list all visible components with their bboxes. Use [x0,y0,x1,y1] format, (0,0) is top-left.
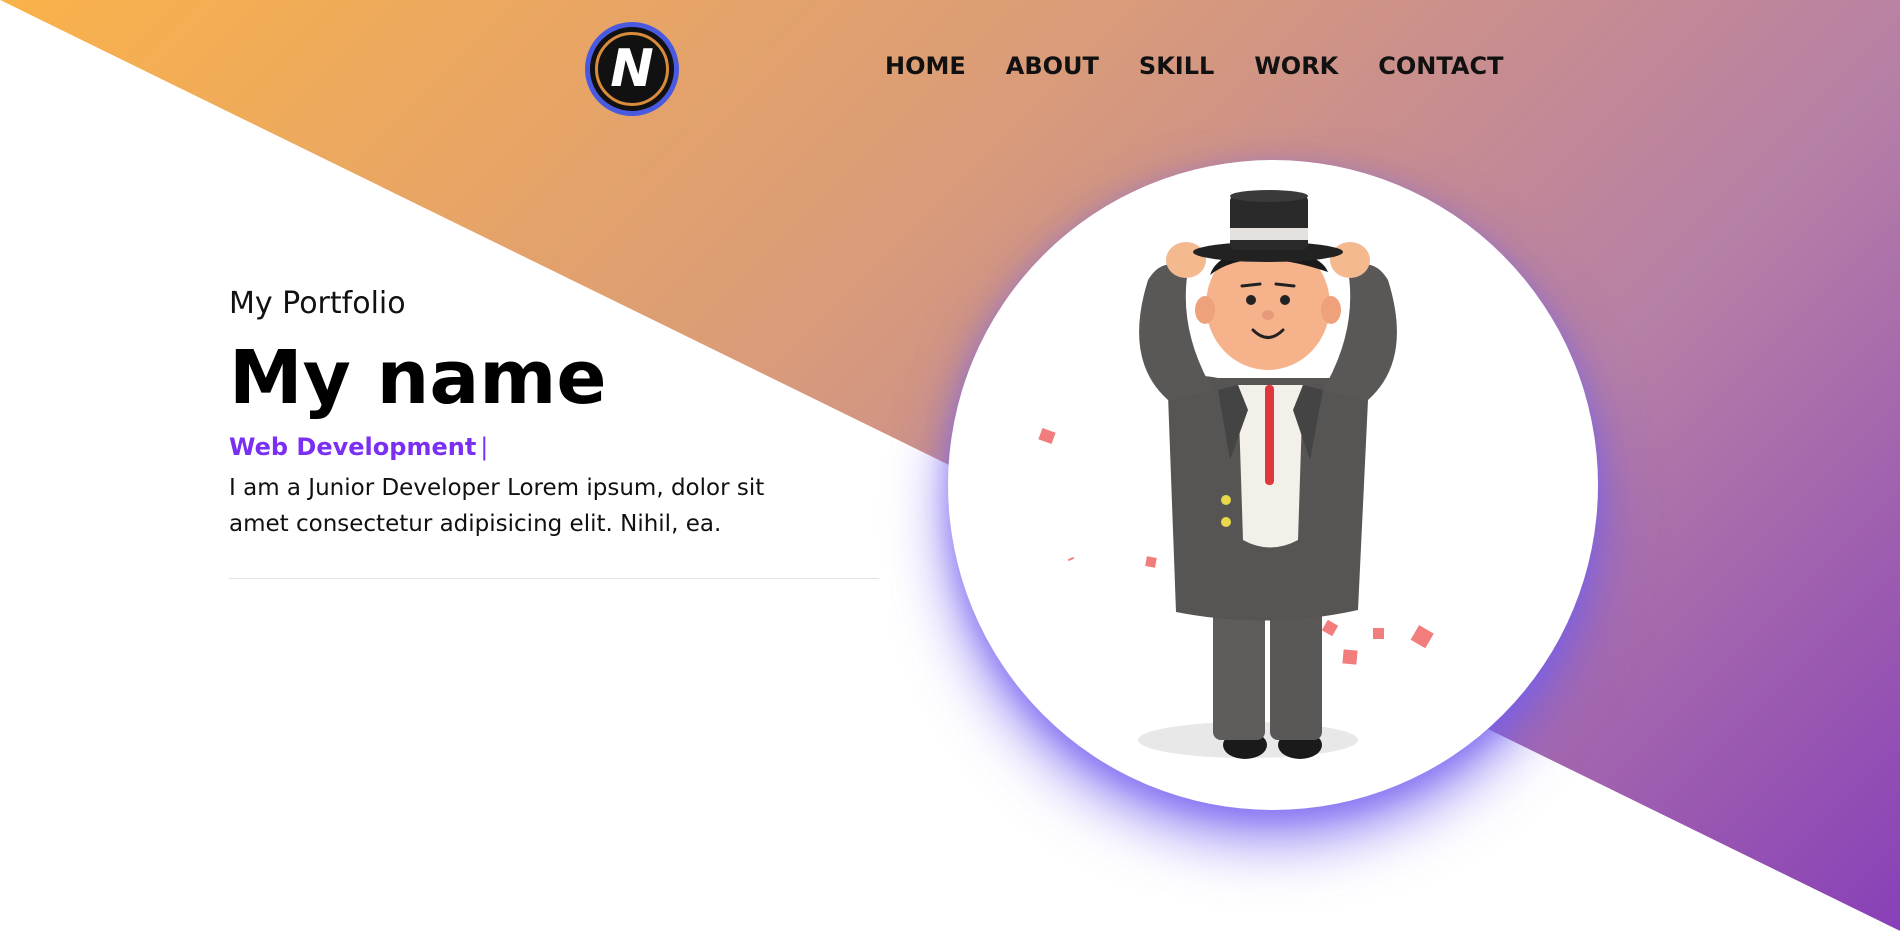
nav-about[interactable]: ABOUT [1006,52,1099,80]
hero-role: Web Development | [229,433,488,461]
hero-eyebrow: My Portfolio [229,286,406,321]
hero-divider [229,578,879,579]
nav-work[interactable]: WORK [1254,52,1338,80]
nav-skill[interactable]: SKILL [1139,52,1214,80]
nav-home[interactable]: HOME [885,52,966,80]
logo-letter: N [610,39,654,99]
character-top-hat-illustration [1038,190,1434,759]
portfolio-page: N HOME ABOUT SKILL WORK CONTACT My Portf… [0,0,1900,931]
main-nav: HOME ABOUT SKILL WORK CONTACT [885,52,1543,80]
typing-cursor: | [480,433,489,461]
hero-name: My name [229,335,607,421]
hero-role-text: Web Development [229,433,477,461]
avatar-circle [948,160,1598,810]
hero-description: I am a Junior Developer Lorem ipsum, dol… [229,475,765,537]
nav-contact[interactable]: CONTACT [1378,52,1503,80]
logo-icon[interactable]: N [585,22,679,116]
